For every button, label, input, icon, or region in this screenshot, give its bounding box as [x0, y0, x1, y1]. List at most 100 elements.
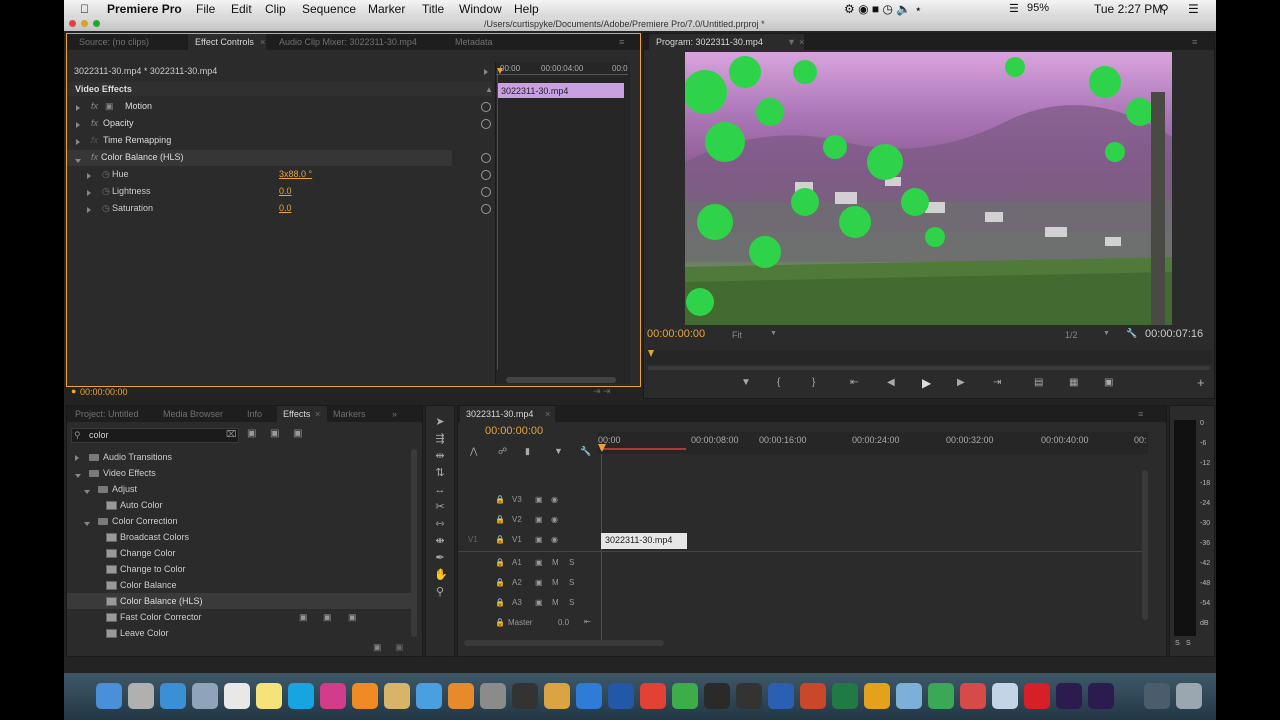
effect-row-color-balance-hls[interactable]: fx Color Balance (HLS): [67, 150, 452, 166]
wifi-icon[interactable]: ☰: [1009, 2, 1019, 15]
app-icon[interactable]: [448, 683, 474, 709]
eye-icon[interactable]: ◉: [551, 515, 558, 524]
app-menu[interactable]: Premiere Pro: [107, 2, 182, 16]
zoom-tool-icon[interactable]: ⚲: [434, 586, 446, 598]
snap-icon[interactable]: ⋀: [470, 446, 477, 457]
panel-menu-icon[interactable]: »: [392, 409, 397, 419]
zoom-window-button[interactable]: [93, 20, 100, 27]
chrome-icon[interactable]: [640, 683, 666, 709]
close-icon[interactable]: ×: [799, 37, 804, 47]
reset-icon[interactable]: [481, 119, 491, 129]
add-marker-icon[interactable]: ▼: [741, 377, 751, 388]
chevron-down-icon[interactable]: ▼: [770, 330, 777, 337]
battery-percent[interactable]: 95%: [1027, 2, 1049, 14]
word-icon[interactable]: [768, 683, 794, 709]
tree-effect-leave-color[interactable]: Leave Color: [67, 625, 412, 641]
add-marker-icon[interactable]: ▮: [525, 446, 530, 457]
mini-timeline[interactable]: 00:00 00:00:04:00 00:0 3022311-30.mp4: [495, 62, 630, 384]
video-frame[interactable]: [685, 52, 1172, 325]
app-icon[interactable]: [320, 683, 346, 709]
tab-audio-clip-mixer[interactable]: Audio Clip Mixer: 3022311-30.mp4: [279, 37, 417, 47]
sync-lock-icon[interactable]: ▣: [535, 535, 543, 544]
selection-tool-icon[interactable]: ➤: [434, 416, 446, 428]
tab-info[interactable]: Info: [247, 409, 262, 419]
meter-solo-button[interactable]: S: [1186, 640, 1191, 647]
menu-edit[interactable]: Edit: [231, 2, 252, 16]
effect-row-time-remapping[interactable]: fx Time Remapping: [67, 133, 492, 149]
master-volume-value[interactable]: 0.0: [558, 618, 569, 627]
safari-icon[interactable]: [160, 683, 186, 709]
accelerated-effects-icon[interactable]: ▣: [247, 428, 256, 439]
itunes-icon[interactable]: [416, 683, 442, 709]
track-label[interactable]: A1: [512, 558, 522, 567]
track-label[interactable]: V1: [512, 535, 522, 544]
lock-icon[interactable]: 🔒: [495, 558, 505, 567]
downloads-stack-icon[interactable]: [1144, 683, 1170, 709]
tab-media-browser[interactable]: Media Browser: [163, 409, 223, 419]
menu-title[interactable]: Title: [422, 2, 444, 16]
mute-button[interactable]: M: [552, 558, 559, 567]
ripple-edit-tool-icon[interactable]: ⇹: [434, 450, 446, 462]
minimize-window-button[interactable]: [81, 20, 88, 27]
camera-icon[interactable]: ▣: [1104, 377, 1113, 388]
tree-effect-fast-color-corrector[interactable]: Fast Color Corrector ▣ ▣ ▣: [67, 609, 412, 625]
new-bin-icon[interactable]: ▣: [373, 642, 382, 653]
timeline-timecode[interactable]: 00:00:00:00: [485, 425, 543, 437]
fx-badge-icon[interactable]: fx: [91, 101, 98, 111]
tab-effect-controls[interactable]: Effect Controls: [195, 37, 254, 47]
calendar-icon[interactable]: [224, 683, 250, 709]
panel-menu-icon[interactable]: ≡: [619, 37, 624, 47]
mini-scrollbar[interactable]: [506, 377, 616, 383]
fx-badge-icon[interactable]: fx: [91, 152, 98, 162]
expand-icon[interactable]: [87, 188, 91, 198]
sync-lock-icon[interactable]: ▣: [535, 558, 543, 567]
effect-row-opacity[interactable]: fx Opacity: [67, 116, 492, 132]
effects-scrollbar[interactable]: [411, 449, 417, 637]
tree-folder-audio-transitions[interactable]: Audio Transitions: [67, 449, 412, 465]
playhead-icon[interactable]: [497, 68, 503, 74]
panel-menu-icon[interactable]: ≡: [1192, 37, 1197, 47]
step-forward-icon[interactable]: ▶: [957, 377, 965, 388]
tree-effect-change-to-color[interactable]: Change to Color: [67, 561, 412, 577]
playhead-icon[interactable]: [648, 350, 654, 357]
track-label[interactable]: V2: [512, 515, 522, 524]
creative-cloud-icon[interactable]: [1024, 683, 1050, 709]
menu-clip[interactable]: Clip: [265, 2, 286, 16]
app-icon[interactable]: [672, 683, 698, 709]
document-icon[interactable]: [992, 683, 1018, 709]
menu-marker[interactable]: Marker: [368, 2, 405, 16]
spotlight-icon[interactable]: ⚲: [1160, 2, 1169, 16]
eye-icon[interactable]: ◉: [551, 495, 558, 504]
program-scrub-bar[interactable]: [646, 350, 1212, 364]
app-icon[interactable]: [960, 683, 986, 709]
lift-icon[interactable]: ▤: [1034, 377, 1043, 388]
close-icon[interactable]: ×: [260, 37, 265, 47]
tree-effect-auto-color[interactable]: Auto Color: [67, 497, 412, 513]
collapse-icon[interactable]: [84, 486, 90, 496]
collapse-icon[interactable]: [75, 155, 81, 165]
source-patch-label[interactable]: V1: [468, 535, 478, 544]
lock-icon[interactable]: 🔒: [495, 578, 505, 587]
hue-value[interactable]: 3x88.0 °: [279, 169, 312, 179]
32bit-effects-icon[interactable]: ▣: [270, 428, 279, 439]
app-icon[interactable]: [896, 683, 922, 709]
play-icon[interactable]: ▶: [922, 376, 931, 390]
mute-button[interactable]: M: [552, 598, 559, 607]
stopwatch-icon[interactable]: ◷: [102, 203, 110, 214]
stopwatch-icon[interactable]: ◷: [102, 169, 110, 180]
quicktime-icon[interactable]: [608, 683, 634, 709]
expand-icon[interactable]: [76, 120, 80, 130]
razor-tool-icon[interactable]: ✂: [434, 501, 446, 513]
mail-icon[interactable]: [192, 683, 218, 709]
dropdown-icon[interactable]: ▼: [787, 37, 796, 47]
reset-icon[interactable]: [481, 170, 491, 180]
panel-menu-icon[interactable]: ≡: [1138, 409, 1143, 419]
reset-icon[interactable]: [481, 102, 491, 112]
close-window-button[interactable]: [69, 20, 76, 27]
tree-effect-change-color[interactable]: Change Color: [67, 545, 412, 561]
tab-markers[interactable]: Markers: [333, 409, 366, 419]
yuv-effects-icon[interactable]: ▣: [293, 428, 302, 439]
go-to-in-icon[interactable]: ⇤: [850, 377, 858, 388]
launchpad-icon[interactable]: [128, 683, 154, 709]
effects-search-box[interactable]: ⚲ color ⌧: [71, 428, 239, 443]
